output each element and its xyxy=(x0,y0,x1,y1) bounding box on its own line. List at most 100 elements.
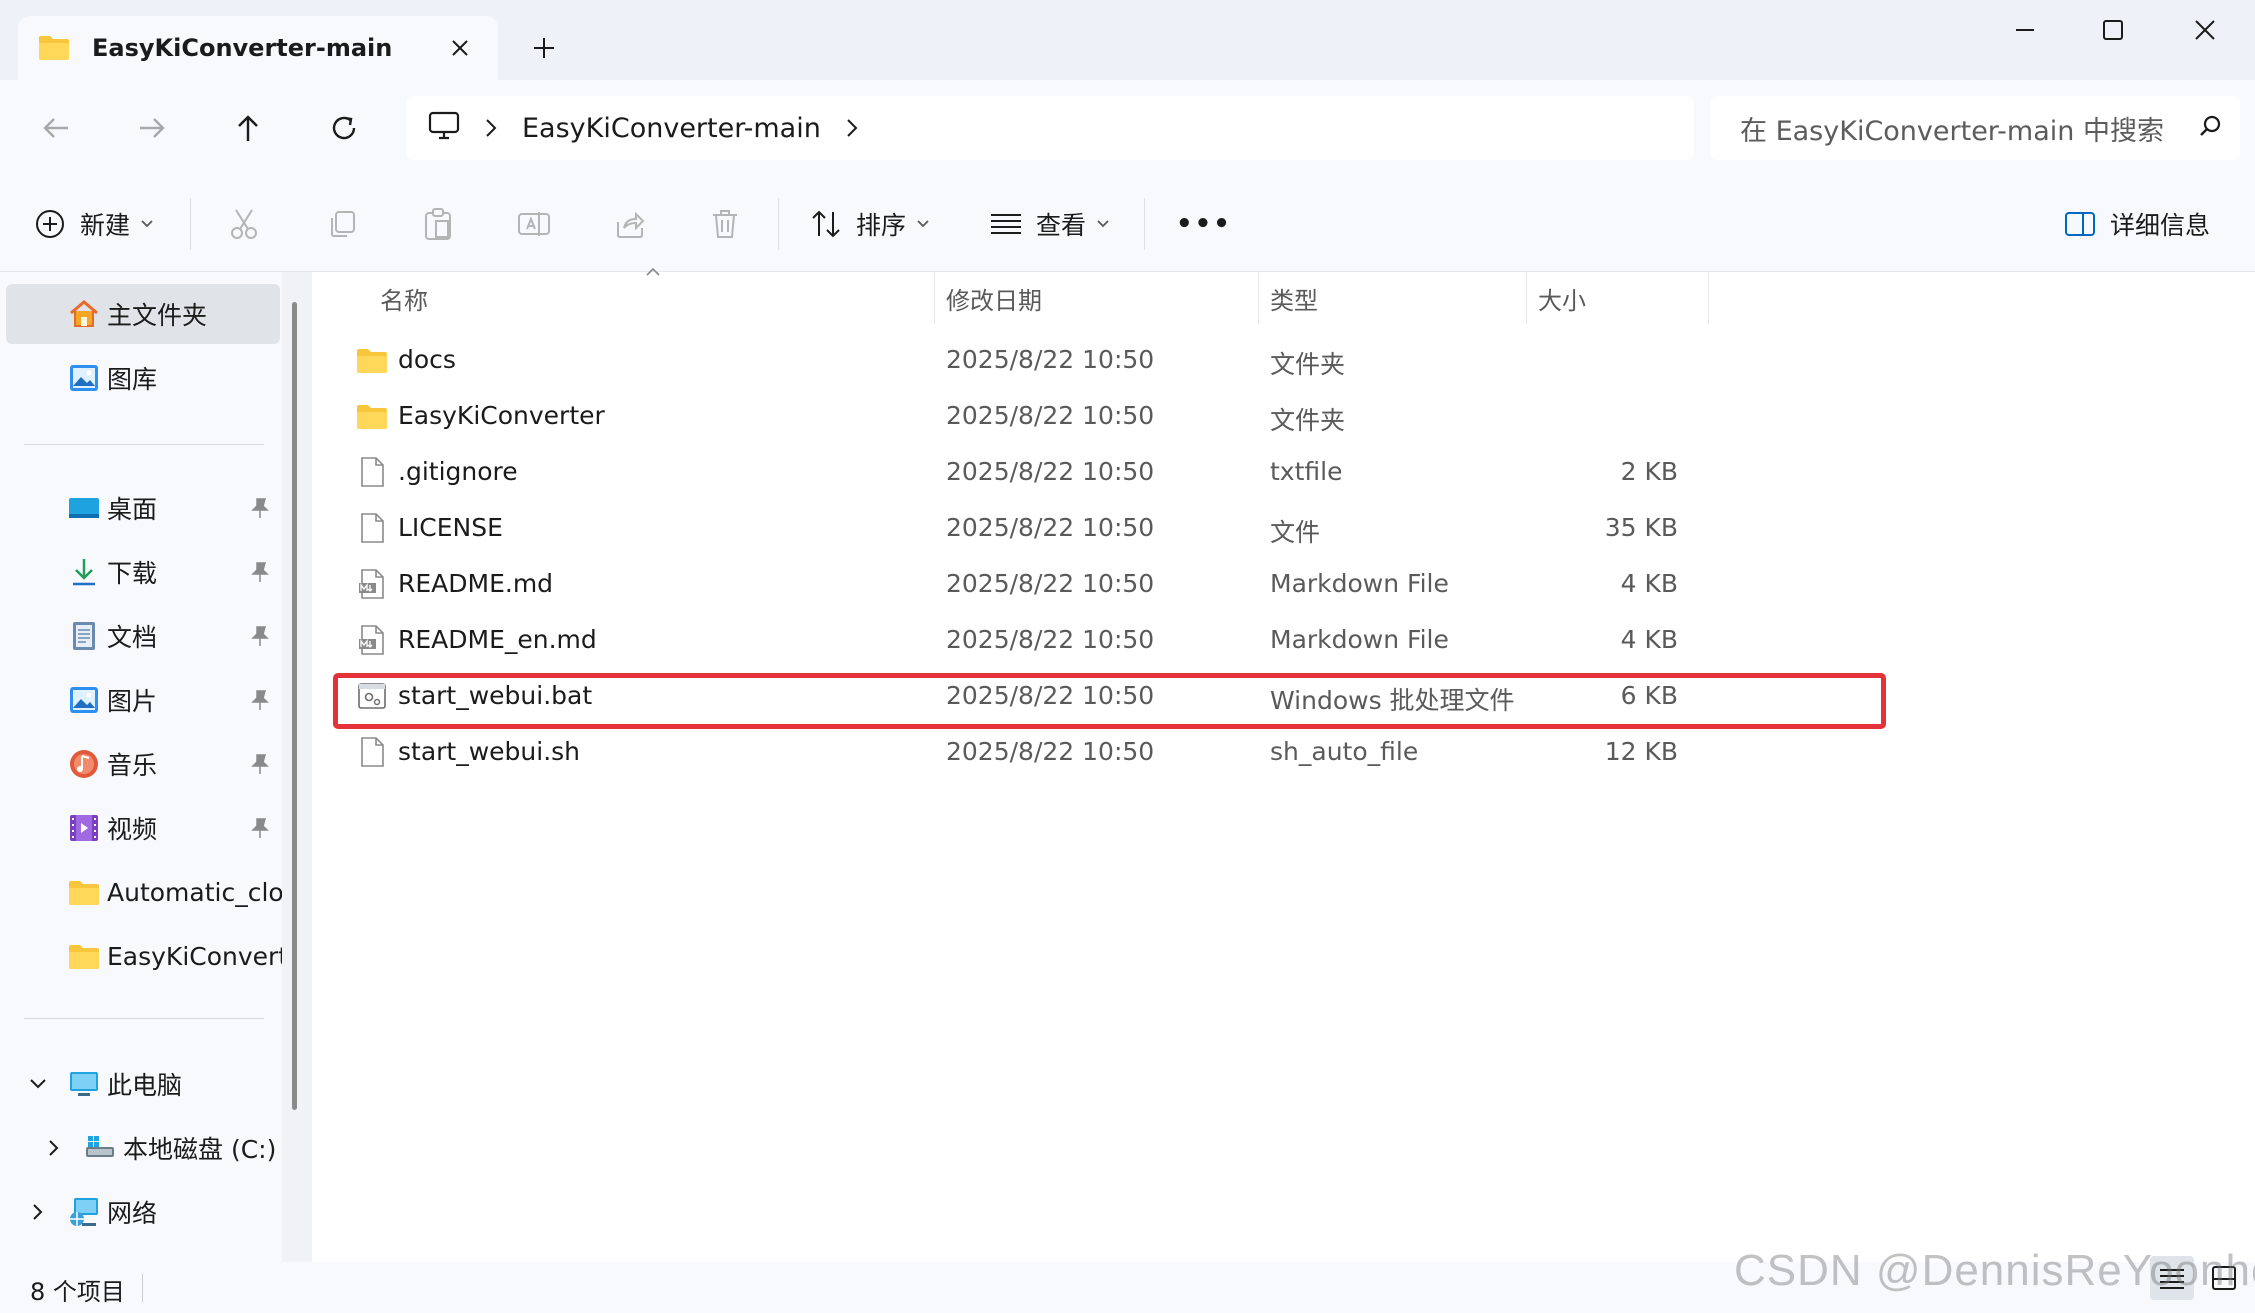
sort-button-label: 排序 xyxy=(856,211,907,240)
command-bar: 新建 排序 查看 ••• 详细信息 xyxy=(0,176,2255,272)
column-separator[interactable] xyxy=(1708,272,1709,324)
chevron-right-icon[interactable] xyxy=(845,118,859,138)
maximize-button[interactable] xyxy=(2068,6,2158,54)
close-window-button[interactable] xyxy=(2160,6,2250,54)
file-name: docs xyxy=(398,345,456,374)
column-header-name[interactable]: 名称 xyxy=(380,272,428,324)
chevron-down-icon xyxy=(917,220,929,228)
sidebar-item-label: EasyKiConverte xyxy=(107,941,282,971)
folder-icon xyxy=(357,405,387,429)
cut-button[interactable] xyxy=(228,200,260,248)
sidebar-item-label: 网络 xyxy=(107,1199,158,1228)
new-tab-button[interactable] xyxy=(524,28,564,68)
refresh-button[interactable] xyxy=(320,104,368,152)
music-icon xyxy=(70,750,98,778)
sidebar-item-home[interactable]: 主文件夹 xyxy=(6,284,280,344)
rename-button[interactable] xyxy=(517,200,551,248)
chevron-right-icon[interactable] xyxy=(484,118,498,138)
file-type: 文件夹 xyxy=(1270,350,1346,379)
file-name: .gitignore xyxy=(398,457,518,486)
column-separator[interactable] xyxy=(1526,272,1527,324)
sidebar-divider xyxy=(24,444,264,445)
this-pc-icon[interactable] xyxy=(428,111,460,145)
navigation-pane-scrollbar[interactable] xyxy=(292,302,297,1110)
rename-icon xyxy=(518,212,550,236)
address-bar[interactable]: EasyKiConverter-main xyxy=(406,96,1694,160)
chevron-down-icon xyxy=(30,1079,46,1089)
column-header-date[interactable]: 修改日期 xyxy=(946,272,1042,324)
arrow-up-icon xyxy=(238,115,258,141)
up-button[interactable] xyxy=(224,104,272,152)
file-type: 文件 xyxy=(1270,518,1321,547)
column-separator[interactable] xyxy=(1258,272,1259,324)
table-row[interactable]: start_webui.sh 2025/8/22 10:50 sh_auto_f… xyxy=(314,724,1774,780)
details-pane-button[interactable]: 详细信息 xyxy=(2064,200,2210,248)
tab-easykiconverter-main[interactable]: EasyKiConverter-main xyxy=(18,16,498,80)
sort-button[interactable]: 排序 xyxy=(810,200,930,248)
sidebar-item-downloads[interactable]: 下载 xyxy=(6,542,280,602)
table-row[interactable]: README.md 2025/8/22 10:50 Markdown File … xyxy=(314,556,1774,612)
sidebar-item-pictures[interactable]: 图片 xyxy=(6,670,280,730)
sidebar-item-network[interactable]: 网络 xyxy=(6,1182,280,1242)
table-row[interactable]: LICENSE 2025/8/22 10:50 文件 35 KB xyxy=(314,500,1774,556)
chevron-down-icon xyxy=(141,220,153,228)
sidebar-item-easykiconverter[interactable]: EasyKiConverte xyxy=(6,926,282,986)
sidebar-item-automatic-cloc[interactable]: Automatic_cloc xyxy=(6,862,282,922)
network-icon xyxy=(70,1198,98,1226)
table-row[interactable]: EasyKiConverter 2025/8/22 10:50 文件夹 xyxy=(314,388,1774,444)
file-date: 2025/8/22 10:50 xyxy=(946,401,1155,430)
sort-icon xyxy=(812,210,840,238)
table-row[interactable]: .gitignore 2025/8/22 10:50 txtfile 2 KB xyxy=(314,444,1774,500)
view-button[interactable]: 查看 xyxy=(990,200,1110,248)
table-row[interactable]: docs 2025/8/22 10:50 文件夹 xyxy=(314,332,1774,388)
sidebar-item-documents[interactable]: 文档 xyxy=(6,606,280,666)
sidebar-item-desktop[interactable]: 桌面 xyxy=(6,478,280,538)
file-list: 名称 修改日期 类型 大小 docs 2025/8/22 10:50 文件夹 E… xyxy=(314,267,2255,1262)
file-date: 2025/8/22 10:50 xyxy=(946,737,1155,766)
sidebar-item-this-pc[interactable]: 此电脑 xyxy=(6,1054,280,1114)
search-icon[interactable] xyxy=(2198,113,2224,143)
search-box[interactable]: 在 EasyKiConverter-main 中搜索 xyxy=(1710,96,2240,160)
column-header-size[interactable]: 大小 xyxy=(1538,272,1586,324)
share-button[interactable] xyxy=(614,200,646,248)
table-row[interactable]: start_webui.bat 2025/8/22 10:50 Windows … xyxy=(314,668,1774,724)
sidebar-item-videos[interactable]: 视频 xyxy=(6,798,280,858)
breadcrumb-easykiconverter-main[interactable]: EasyKiConverter-main xyxy=(522,113,821,144)
close-tab-button[interactable] xyxy=(442,30,478,66)
file-date: 2025/8/22 10:50 xyxy=(946,625,1155,654)
plus-circle-icon xyxy=(36,210,64,238)
minimize-button[interactable] xyxy=(1980,6,2070,54)
file-type: txtfile xyxy=(1270,457,1343,486)
file-name: start_webui.bat xyxy=(398,681,593,710)
copy-button[interactable] xyxy=(326,200,358,248)
plus-icon xyxy=(534,38,554,58)
navigation-pane: 主文件夹 图库 桌面 下载 文档 图片 音乐 视频 Automatic_cloc xyxy=(0,272,312,1262)
table-row[interactable]: README_en.md 2025/8/22 10:50 Markdown Fi… xyxy=(314,612,1774,668)
more-options-button[interactable]: ••• xyxy=(1176,200,1232,248)
back-button[interactable] xyxy=(32,104,80,152)
forward-button[interactable] xyxy=(128,104,176,152)
file-date: 2025/8/22 10:50 xyxy=(946,345,1155,374)
file-date: 2025/8/22 10:50 xyxy=(946,681,1155,710)
details-pane-label: 详细信息 xyxy=(2110,211,2211,240)
desktop-icon xyxy=(69,498,99,518)
sidebar-item-label: Automatic_cloc xyxy=(107,877,282,907)
paste-button[interactable] xyxy=(422,200,454,248)
sidebar-item-gallery[interactable]: 图库 xyxy=(6,348,280,408)
sidebar-item-label: 主文件夹 xyxy=(107,301,208,330)
delete-button[interactable] xyxy=(710,200,740,248)
sidebar-item-label: 图库 xyxy=(107,365,158,394)
sidebar-divider xyxy=(24,1018,264,1019)
arrow-left-icon xyxy=(43,118,68,138)
file-size: 12 KB xyxy=(1604,737,1678,766)
column-header-type[interactable]: 类型 xyxy=(1270,272,1318,324)
sidebar-item-local-disk-c[interactable]: 本地磁盘 (C:) xyxy=(22,1118,282,1178)
new-button[interactable]: 新建 xyxy=(34,200,154,248)
item-count: 8 个项目 xyxy=(30,1278,125,1306)
sort-ascending-icon xyxy=(646,267,660,276)
file-date: 2025/8/22 10:50 xyxy=(946,569,1155,598)
column-separator[interactable] xyxy=(934,272,935,324)
maximize-icon xyxy=(2103,20,2123,40)
sidebar-item-music[interactable]: 音乐 xyxy=(6,734,280,794)
search-input[interactable]: 在 EasyKiConverter-main 中搜索 xyxy=(1740,109,2198,148)
